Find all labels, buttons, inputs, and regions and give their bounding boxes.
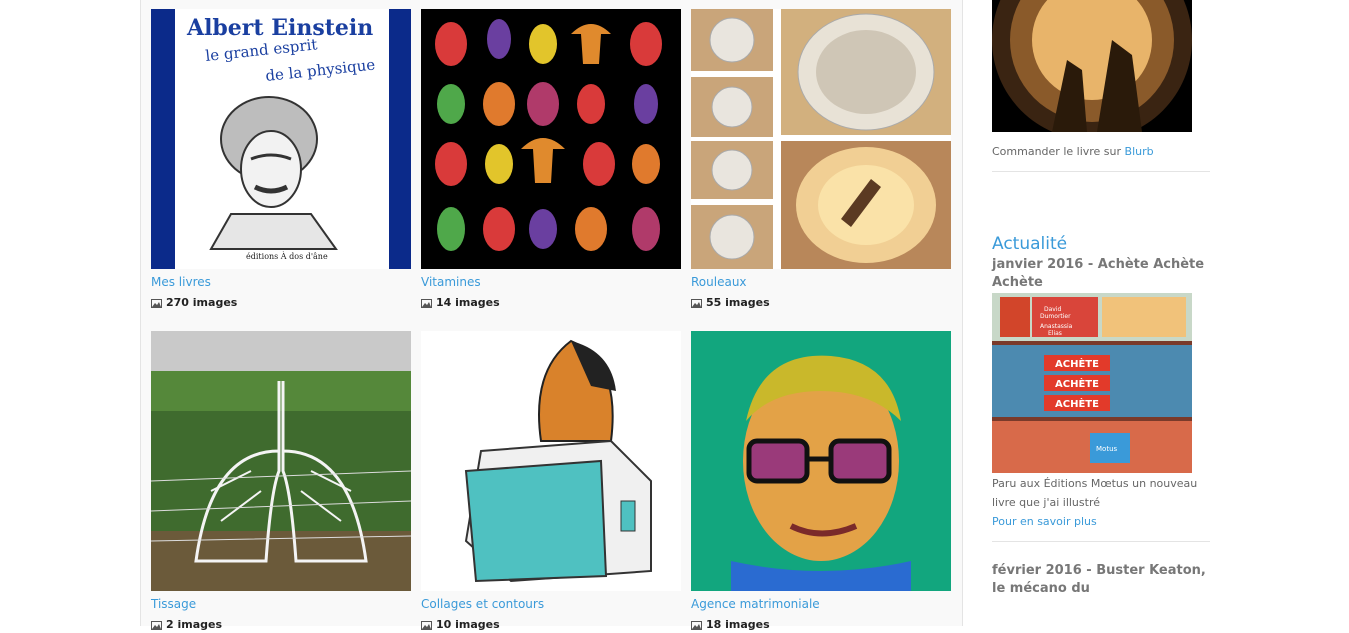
picture-icon bbox=[421, 620, 432, 630]
album-image-count: 14 images bbox=[421, 296, 681, 309]
album-image-count: 2 images bbox=[151, 618, 411, 631]
cover-brand: Motus bbox=[1096, 445, 1118, 453]
sidebar-divider bbox=[992, 171, 1210, 172]
picture-icon bbox=[421, 298, 432, 308]
album-thumbnail-collages[interactable] bbox=[421, 331, 681, 591]
cover-word: ACHÈTE bbox=[1055, 357, 1099, 370]
cover-author: David bbox=[1044, 306, 1062, 313]
album-image-count: 18 images bbox=[691, 618, 951, 631]
album-image-count: 55 images bbox=[691, 296, 951, 309]
album-count-text: 270 images bbox=[166, 296, 238, 309]
album-thumbnail-agence[interactable] bbox=[691, 331, 951, 591]
album-count-text: 2 images bbox=[166, 618, 223, 631]
album-thumbnail-rouleaux[interactable] bbox=[691, 9, 951, 269]
album-card: Tissage 2 images bbox=[151, 331, 411, 631]
album-title-link[interactable]: Vitamines bbox=[421, 275, 681, 289]
cover-publisher: éditions À dos d'âne bbox=[246, 252, 328, 261]
sidebar: Commander le livre sur Blurb Actualité j… bbox=[992, 0, 1210, 598]
album-count-text: 55 images bbox=[706, 296, 770, 309]
picture-icon bbox=[151, 298, 162, 308]
cover-heading: Albert Einstein bbox=[186, 15, 373, 41]
album-thumbnail-vitamines[interactable] bbox=[421, 9, 681, 269]
picture-icon bbox=[691, 298, 702, 308]
cover-author: Elias bbox=[1048, 330, 1062, 337]
album-title-link[interactable]: Collages et contours bbox=[421, 597, 681, 611]
picture-icon bbox=[151, 620, 162, 630]
read-more-link[interactable]: Pour en savoir plus bbox=[992, 512, 1210, 531]
album-card: Rouleaux 55 images bbox=[691, 9, 951, 309]
album-title-link[interactable]: Rouleaux bbox=[691, 275, 951, 289]
news-item-image[interactable]: David Dumortier Anastassia Elias ACHÈTE … bbox=[992, 293, 1192, 473]
book-cover-image[interactable] bbox=[992, 0, 1192, 140]
cover-author: Anastassia bbox=[1040, 323, 1073, 330]
news-item-body: Paru aux Éditions Mœtus un nouveau livre… bbox=[992, 477, 1198, 509]
album-card: Albert Einstein le grand esprit de la ph… bbox=[151, 9, 411, 309]
order-book-label: Commander le livre sur bbox=[992, 145, 1125, 158]
cover-word: ACHÈTE bbox=[1055, 397, 1099, 410]
album-image-count: 10 images bbox=[421, 618, 681, 631]
order-book-text: Commander le livre sur Blurb bbox=[992, 142, 1210, 161]
news-item-title: février 2016 - Buster Keaton, le mécano … bbox=[992, 563, 1206, 596]
cover-author: Dumortier bbox=[1040, 313, 1071, 320]
album-title-link[interactable]: Mes livres bbox=[151, 275, 411, 289]
album-image-count: 270 images bbox=[151, 296, 411, 309]
picture-icon bbox=[691, 620, 702, 630]
album-count-text: 14 images bbox=[436, 296, 500, 309]
album-thumbnail-tissage[interactable] bbox=[151, 331, 411, 591]
cover-word: ACHÈTE bbox=[1055, 377, 1099, 390]
album-title-link[interactable]: Agence matrimoniale bbox=[691, 597, 951, 611]
album-count-text: 18 images bbox=[706, 618, 770, 631]
album-count-text: 10 images bbox=[436, 618, 500, 631]
news-item-title: janvier 2016 - Achète Achète Achète bbox=[992, 257, 1205, 290]
album-card: Vitamines 14 images bbox=[421, 9, 681, 309]
album-title-link[interactable]: Tissage bbox=[151, 597, 411, 611]
album-card: Agence matrimoniale 18 images bbox=[691, 331, 951, 631]
blurb-link[interactable]: Blurb bbox=[1125, 145, 1154, 158]
album-thumbnail-einstein[interactable]: Albert Einstein le grand esprit de la ph… bbox=[151, 9, 411, 269]
album-card: Collages et contours 10 images bbox=[421, 331, 681, 631]
news-heading: Actualité bbox=[992, 234, 1068, 254]
sidebar-divider bbox=[992, 541, 1210, 542]
